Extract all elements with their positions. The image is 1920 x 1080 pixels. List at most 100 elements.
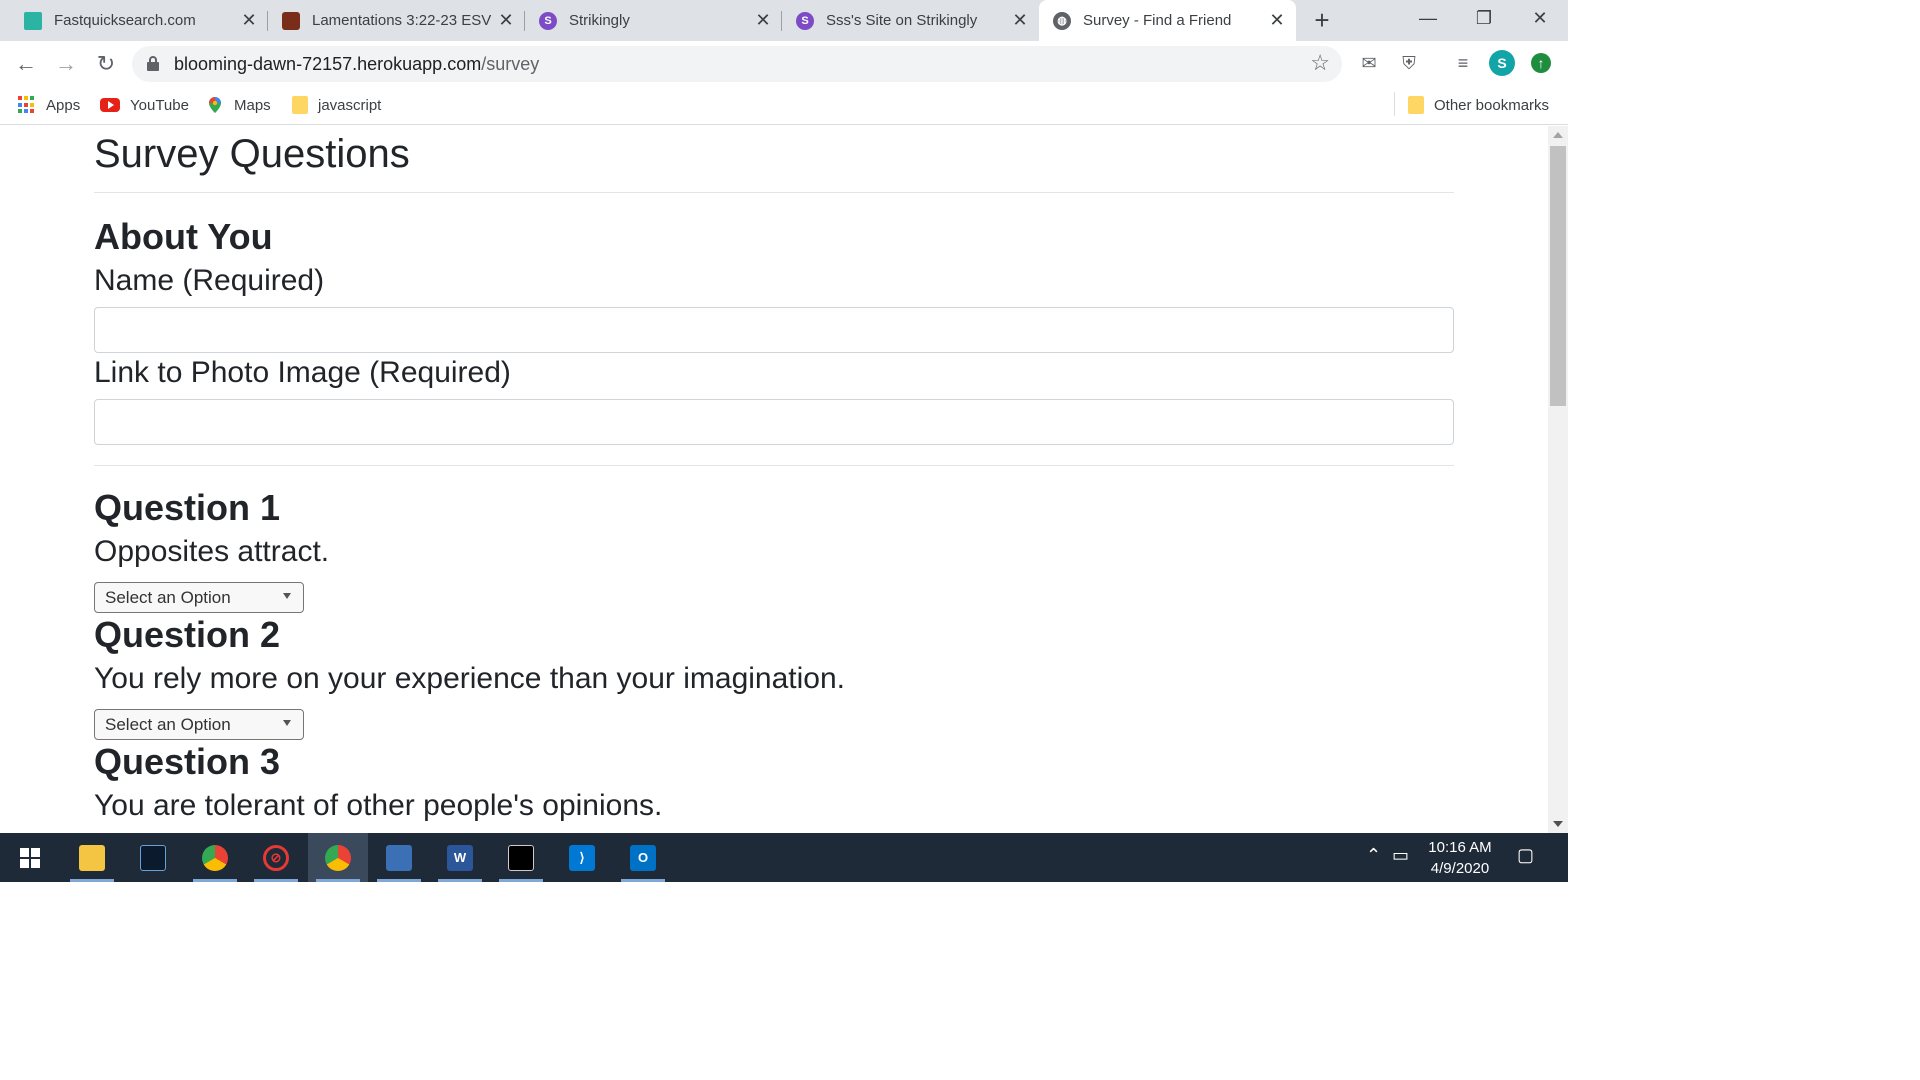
tab-sss-site[interactable]: S Sss's Site on Strikingly ✕ [782,0,1039,41]
new-tab-button[interactable]: + [1308,5,1336,35]
close-tab-icon[interactable]: ✕ [752,10,774,32]
globe-icon: ◍ [1053,11,1071,30]
chevron-down-icon [283,720,291,726]
folder-icon [1408,96,1424,114]
page-scrollbar[interactable] [1548,126,1568,833]
divider [94,465,1454,466]
name-field[interactable] [94,307,1454,353]
close-window-icon[interactable]: ✕ [1512,0,1568,36]
tab-strikingly[interactable]: S Strikingly ✕ [525,0,782,41]
close-tab-icon[interactable]: ✕ [1009,10,1031,32]
show-hidden-icons-icon[interactable]: ⌃ [1366,845,1381,866]
folder-icon [292,96,308,114]
scrollbar-thumb[interactable] [1550,146,1566,406]
blocked-icon[interactable]: ⊘ [246,833,306,882]
bookmark-label: Apps [46,96,81,114]
chevron-down-icon [283,593,291,599]
bible-icon [282,11,300,30]
mail-extension-icon[interactable]: ✉ [1356,50,1382,76]
tab-fastquicksearch[interactable]: Fastquicksearch.com ✕ [0,0,268,41]
reload-icon[interactable]: ↻ [92,50,120,78]
other-bookmarks[interactable]: Other bookmarks [1408,93,1549,117]
about-heading: About You [94,216,273,257]
tab-strip: Fastquicksearch.com ✕ Lamentations 3:22-… [0,0,1568,41]
bookmark-label: javascript [318,96,382,114]
question-1-text: Opposites attract. [94,535,330,568]
address-bar[interactable]: blooming-dawn-72157.herokuapp.com/survey… [132,46,1342,82]
question-1-select[interactable]: Select an Option [94,582,304,613]
terminal-icon[interactable] [491,833,551,882]
question-2-text: You rely more on your experience than yo… [94,662,845,695]
clock-date: 4/9/2020 [1430,860,1490,877]
divider [94,192,1454,193]
outlook-icon[interactable]: O [613,833,673,882]
windows-logo-icon [20,847,40,868]
other-bookmarks-label: Other bookmarks [1434,96,1550,114]
photo-link-field[interactable] [94,399,1454,445]
select-value: Select an Option [105,588,231,607]
battery-icon[interactable]: ▭ [1392,845,1409,866]
browser-toolbar: ← → ↻ blooming-dawn-72157.herokuapp.com/… [0,41,1568,87]
close-tab-icon[interactable]: ✕ [1266,10,1288,32]
tab-title: Lamentations 3:22-23 ESV - [312,12,495,29]
tab-title: Strikingly [569,12,630,29]
tab-title: Fastquicksearch.com [54,12,196,29]
profile-avatar[interactable]: S [1489,50,1515,76]
start-button[interactable] [0,833,60,882]
photo-link-label: Link to Photo Image (Required) [94,356,511,389]
tab-lamentations[interactable]: Lamentations 3:22-23 ESV - ✕ [268,0,525,41]
select-value: Select an Option [105,715,231,734]
bookmarks-bar: Apps YouTube Maps javascript Other bookm… [0,87,1568,125]
bookmark-label: Maps [234,96,271,114]
update-icon[interactable]: ↑ [1531,53,1551,73]
bookmark-apps[interactable]: Apps [18,93,80,117]
minimize-icon[interactable]: — [1400,0,1456,36]
vscode-icon[interactable]: ⟩ [552,833,612,882]
question-3-title: Question 3 [94,741,281,782]
forward-icon[interactable]: → [52,50,80,78]
tab-survey[interactable]: ◍ Survey - Find a Friend ✕ [1039,0,1296,41]
scroll-down-icon[interactable] [1553,821,1563,827]
taskbar-clock[interactable]: 10:16 AM 4/9/2020 [1420,837,1500,879]
close-tab-icon[interactable]: ✕ [238,10,260,32]
bookmark-maps[interactable]: Maps [206,93,271,117]
app-icon[interactable] [369,833,429,882]
action-center-icon[interactable]: ▢ [1517,845,1534,866]
question-2-select[interactable]: Select an Option [94,709,304,740]
list-icon [24,11,42,30]
url-host: blooming-dawn-72157.herokuapp.com [174,54,482,74]
apps-grid-icon [18,96,36,114]
bookmark-javascript[interactable]: javascript [292,93,381,117]
question-1-title: Question 1 [94,487,281,528]
bookmark-youtube[interactable]: YouTube [100,93,189,117]
strikingly-icon: S [539,11,557,30]
chrome-profile-icon[interactable] [308,833,368,882]
scroll-up-icon[interactable] [1553,132,1563,138]
chrome-icon[interactable] [185,833,245,882]
close-tab-icon[interactable]: ✕ [495,10,517,32]
bookmark-label: YouTube [130,96,189,114]
strikingly-icon: S [796,11,814,30]
windows-taskbar: ⊘ W ⟩ O ⌃ ▭ 10:16 AM 4/9/2020 ▢ [0,833,1568,882]
shield-extension-icon[interactable]: ⛨ [1396,50,1422,76]
laptop-app-icon[interactable] [123,833,183,882]
survey-container: Survey Questions About You Name (Require… [94,126,1454,826]
bookmark-star-icon[interactable]: ☆ [1310,50,1330,76]
tab-title: Survey - Find a Friend [1083,12,1232,29]
file-explorer-icon[interactable] [62,833,122,882]
back-icon[interactable]: ← [12,50,40,78]
page-title: Survey Questions [94,132,410,176]
clock-time: 10:16 AM [1428,839,1492,856]
page-viewport: Survey Questions About You Name (Require… [0,126,1548,833]
tab-title: Sss's Site on Strikingly [826,12,978,29]
maps-pin-icon [209,97,221,113]
name-label: Name (Required) [94,264,325,297]
url-text: blooming-dawn-72157.herokuapp.com/survey [174,54,539,75]
word-icon[interactable]: W [430,833,490,882]
bookmarks-divider [1394,92,1395,116]
youtube-icon [100,98,120,112]
media-control-icon[interactable]: ≡ [1450,50,1476,76]
restore-icon[interactable]: ❐ [1456,0,1512,36]
question-3-text: You are tolerant of other people's opini… [94,789,663,822]
url-path: /survey [481,54,540,74]
